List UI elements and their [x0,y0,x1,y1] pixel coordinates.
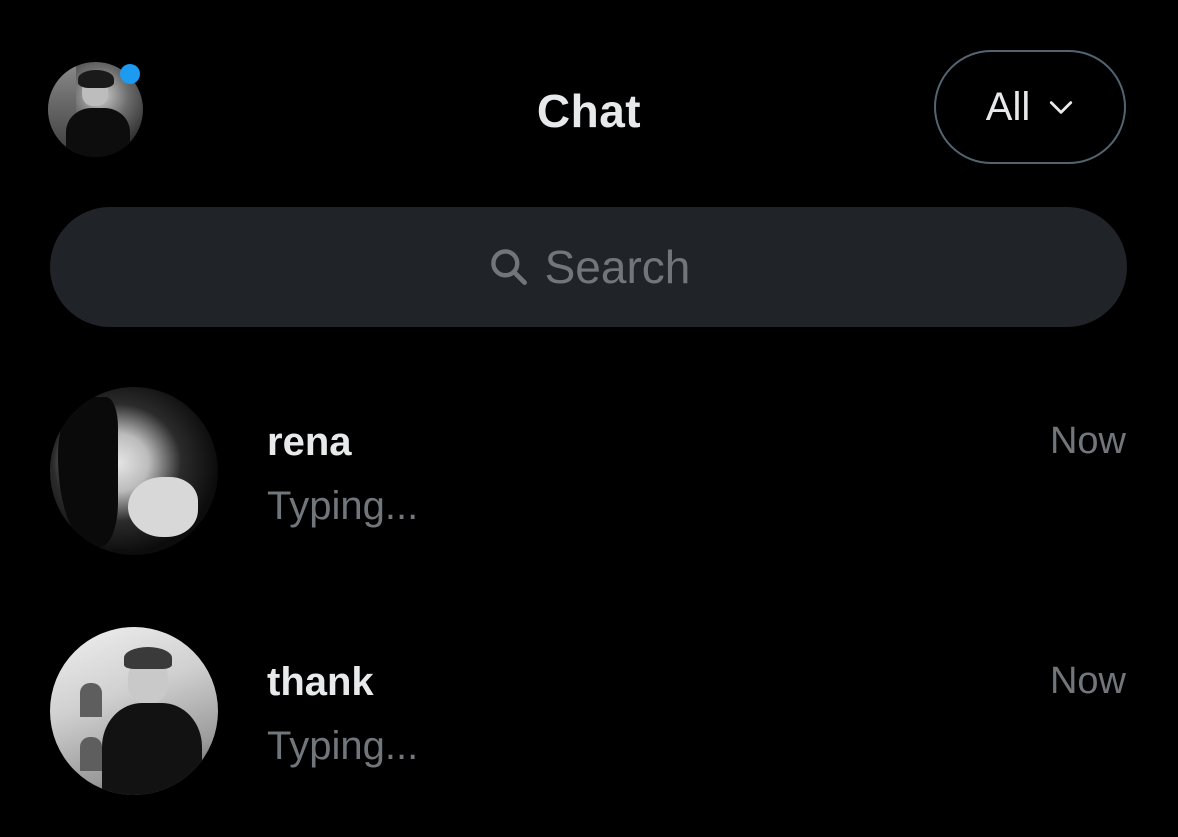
search-placeholder: Search [544,241,691,293]
chat-time: Now [1049,420,1126,462]
search-input[interactable]: Search [50,207,1127,327]
avatar-photo-window [80,737,102,771]
chat-name: thank [267,660,374,704]
presence-indicator [120,64,140,84]
filter-label: All [985,84,1031,129]
chat-preview: Typing... [267,724,419,768]
chat-time: Now [1049,660,1126,702]
avatar-photo-cap [124,647,172,669]
list-item[interactable]: thank Typing... Now [0,600,1178,820]
filter-dropdown-button[interactable]: All [934,50,1126,164]
avatar-photo-hair [58,397,118,547]
avatar[interactable] [50,387,218,555]
list-item[interactable]: rena Typing... Now [0,360,1178,580]
avatar-photo-hand [128,477,198,537]
chevron-down-icon [1050,101,1073,114]
avatar-photo-body [102,703,202,795]
chat-name: rena [267,420,352,464]
chat-header: Chat All [0,0,1178,190]
chat-preview: Typing... [267,484,419,528]
avatar[interactable] [50,627,218,795]
avatar-photo-window [80,683,102,717]
search-icon [490,249,527,285]
